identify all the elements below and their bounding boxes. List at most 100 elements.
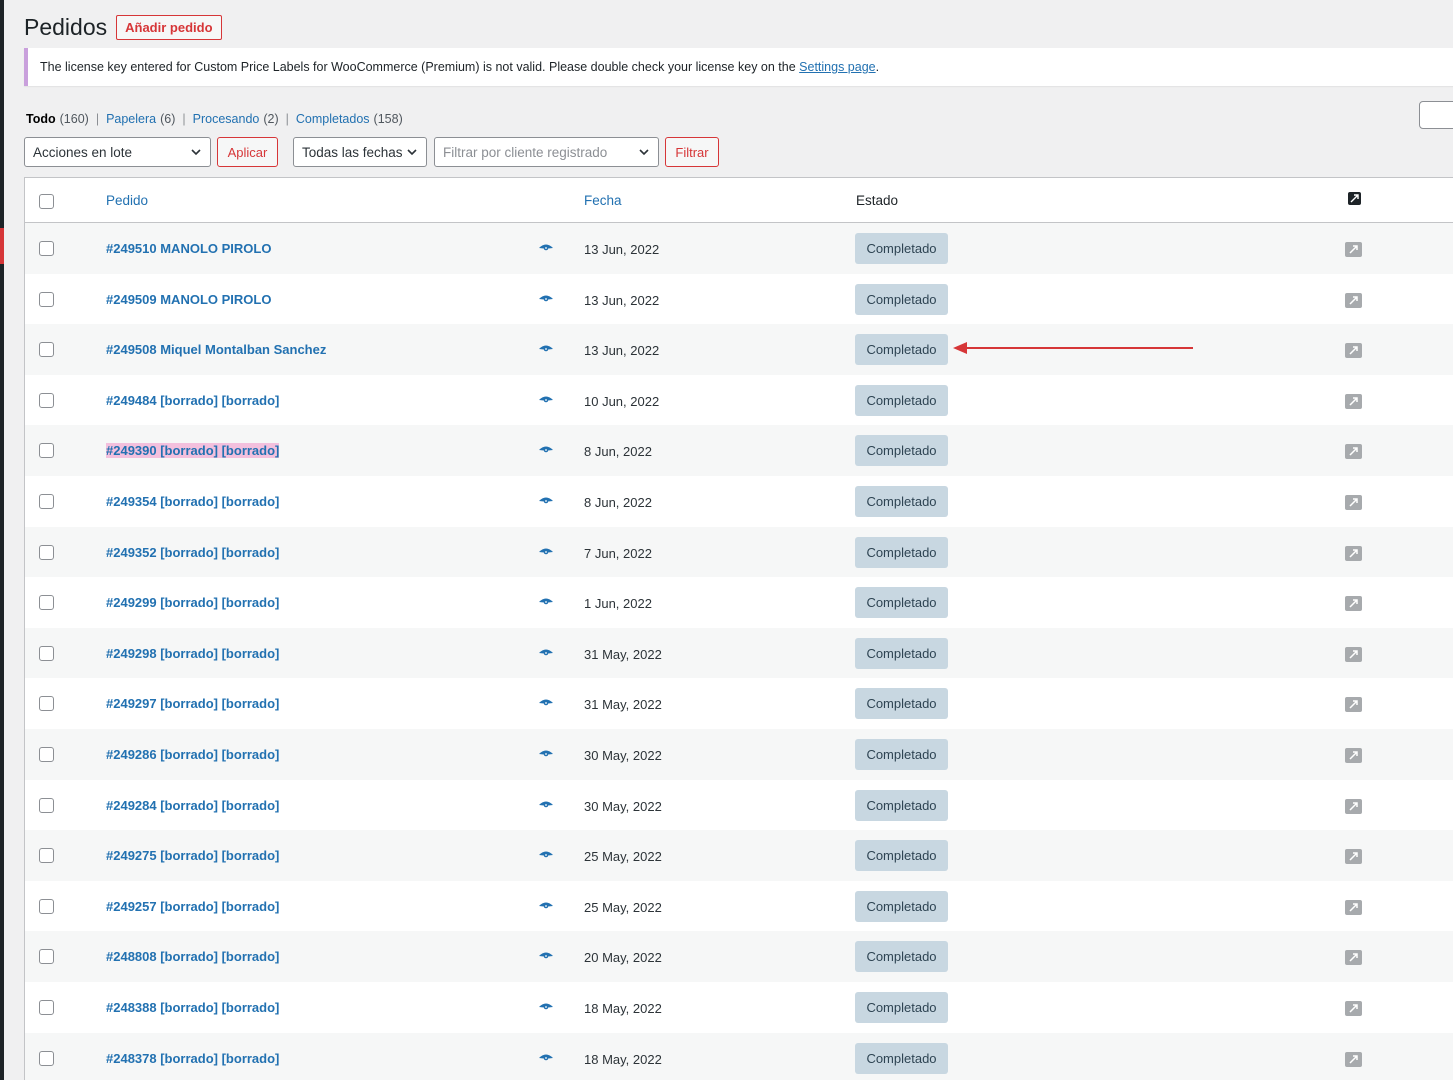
external-link-icon[interactable] [1345,798,1362,814]
external-link-icon[interactable] [1345,1051,1362,1067]
order-link[interactable]: #249297 [borrado] [borrado] [106,696,279,711]
external-link-icon[interactable] [1345,444,1362,460]
eye-icon[interactable] [539,951,553,961]
row-checkbox[interactable] [39,392,54,408]
external-link-icon[interactable] [1345,849,1362,865]
status-badge: Completado [855,890,948,922]
row-checkbox[interactable] [39,241,54,256]
external-link-icon[interactable] [1345,343,1362,359]
eye-icon[interactable] [539,395,553,405]
external-link-icon[interactable] [1345,393,1362,409]
external-link-icon[interactable] [1345,697,1362,713]
column-order-header[interactable]: Pedido [106,193,148,208]
external-link-icon[interactable] [1345,545,1362,561]
external-link-icon[interactable] [1345,899,1362,915]
date-filter-select[interactable]: Todas las fechas [293,137,427,167]
row-checkbox[interactable] [39,999,54,1015]
order-link[interactable]: #249286 [borrado] [borrado] [106,747,279,762]
apply-button[interactable]: Aplicar [217,137,278,167]
column-date-header[interactable]: Fecha [584,193,622,208]
order-link[interactable]: #249508 Miquel Montalban Sanchez [106,342,326,357]
external-link-icon[interactable] [1345,292,1362,308]
order-date: 18 May, 2022 [584,1000,662,1016]
order-link[interactable]: #249390 [borrado] [borrado] [106,443,280,459]
eye-icon[interactable] [539,294,553,304]
eye-icon[interactable] [539,1002,553,1012]
row-checkbox[interactable] [39,544,54,560]
settings-page-link[interactable]: Settings page [799,60,875,74]
row-checkbox[interactable] [39,291,54,307]
order-link[interactable]: #249298 [borrado] [borrado] [106,646,279,661]
eye-icon[interactable] [539,698,553,708]
table-row: #249484 [borrado] [borrado] 10 Jun, 2022 C… [25,375,1453,426]
order-link[interactable]: #249284 [borrado] [borrado] [106,798,279,813]
chevron-down-icon [639,149,649,156]
order-link[interactable]: #248378 [borrado] [borrado] [106,1051,279,1066]
row-checkbox[interactable] [39,898,54,914]
order-date: 7 Jun, 2022 [584,545,652,561]
eye-icon[interactable] [539,648,553,658]
order-link[interactable]: #249510 MANOLO PIROLO [106,241,271,256]
order-link[interactable]: #249509 MANOLO PIROLO [106,292,271,307]
order-link[interactable]: #248808 [borrado] [borrado] [106,949,279,964]
external-link-icon[interactable] [1345,747,1362,763]
row-checkbox[interactable] [39,949,54,965]
view-procesando[interactable]: Procesando [193,112,260,126]
external-link-icon[interactable] [1345,646,1362,662]
view-count: (160) [59,112,89,126]
select-all-checkbox[interactable] [39,194,54,209]
row-checkbox[interactable] [39,645,54,661]
table-row: #249297 [borrado] [borrado] 31 May, 2022 C… [25,678,1453,729]
view-completados[interactable]: Completados [296,112,370,126]
status-badge: Completado [855,941,948,973]
order-link[interactable]: #248388 [borrado] [borrado] [106,1000,279,1015]
row-checkbox[interactable] [39,342,54,358]
eye-icon[interactable] [539,749,553,759]
eye-icon[interactable] [539,243,553,253]
row-checkbox[interactable] [39,1050,54,1066]
external-link-icon[interactable] [1345,1000,1362,1016]
view-count: (158) [373,112,403,126]
filter-button[interactable]: Filtrar [665,137,719,167]
bulk-actions-select[interactable]: Acciones en lote [24,137,211,167]
actions-column-icon [1348,192,1361,205]
eye-icon[interactable] [539,901,553,911]
order-link[interactable]: #249352 [borrado] [borrado] [106,545,279,560]
order-date: 30 May, 2022 [584,747,662,763]
customer-filter-select[interactable]: Filtrar por cliente registrado [434,137,659,167]
eye-icon[interactable] [539,597,553,607]
eye-icon[interactable] [539,850,553,860]
table-row: #249298 [borrado] [borrado] 31 May, 2022 C… [25,627,1453,679]
eye-icon[interactable] [539,445,553,455]
eye-icon[interactable] [539,496,553,506]
external-link-icon[interactable] [1345,950,1362,966]
eye-icon[interactable] [539,547,553,557]
order-link[interactable]: #249484 [borrado] [borrado] [106,393,279,408]
row-checkbox[interactable] [39,848,54,864]
row-checkbox[interactable] [39,696,54,712]
order-link[interactable]: #249257 [borrado] [borrado] [106,899,279,914]
order-date: 25 May, 2022 [584,849,662,865]
row-checkbox[interactable] [39,493,54,509]
eye-icon[interactable] [539,1053,553,1063]
external-link-icon[interactable] [1345,242,1362,257]
row-checkbox[interactable] [39,443,54,459]
status-badge: Completado [855,384,948,416]
row-checkbox[interactable] [39,746,54,762]
view-papelera[interactable]: Papelera [106,112,156,126]
external-link-icon[interactable] [1345,596,1362,612]
order-link[interactable]: #249354 [borrado] [borrado] [106,494,279,509]
eye-icon[interactable] [539,800,553,810]
table-row: #249508 Miquel Montalban Sanchez 13 Jun, … [25,324,1453,375]
order-link[interactable]: #249299 [borrado] [borrado] [106,595,279,610]
row-checkbox[interactable] [39,595,54,611]
row-checkbox[interactable] [39,797,54,813]
search-input[interactable] [1419,101,1453,129]
external-link-icon[interactable] [1345,494,1362,510]
admin-menu-current-indicator [0,228,4,264]
view-todo[interactable]: Todo [26,112,56,126]
order-link[interactable]: #249275 [borrado] [borrado] [106,848,279,863]
table-row: #248378 [borrado] [borrado] 18 May, 2022 C… [25,1032,1453,1080]
eye-icon[interactable] [539,344,553,354]
add-order-button[interactable]: Añadir pedido [116,14,222,40]
